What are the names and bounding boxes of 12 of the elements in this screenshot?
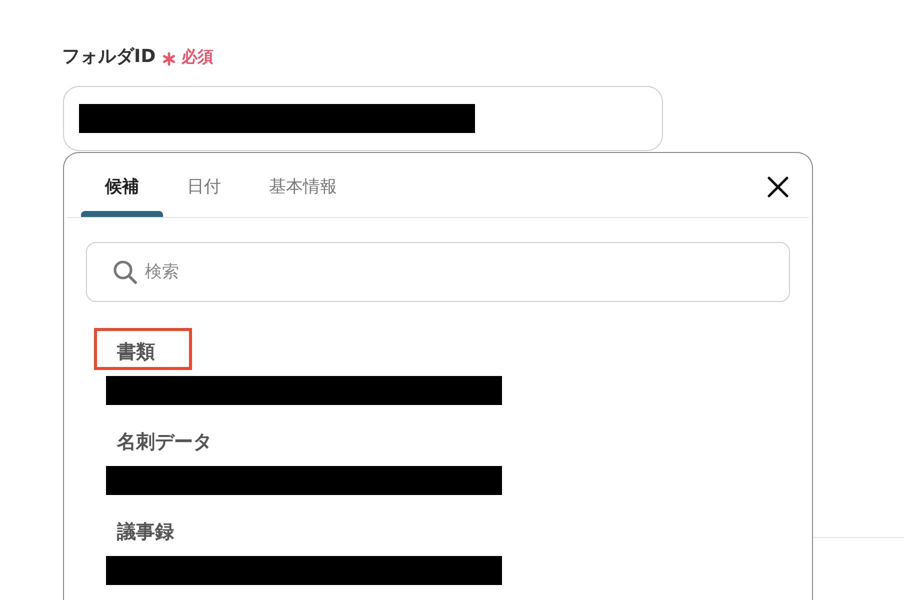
required-label: 必須 xyxy=(182,46,214,68)
option-name[interactable]: 議事録 xyxy=(117,520,174,544)
tab[interactable]: 基本情報 xyxy=(245,153,361,217)
field-label: フォルダID xyxy=(62,45,156,69)
tab[interactable]: 候補 xyxy=(81,153,163,217)
option-name[interactable]: 書類 xyxy=(117,340,155,364)
folder-id-field[interactable] xyxy=(63,86,663,151)
close-icon[interactable] xyxy=(767,176,789,198)
option-name[interactable]: 名刺データ xyxy=(117,430,212,454)
search-icon xyxy=(113,260,137,284)
search-field[interactable]: 検索 xyxy=(86,242,790,302)
tab[interactable]: 日付 xyxy=(163,153,245,217)
